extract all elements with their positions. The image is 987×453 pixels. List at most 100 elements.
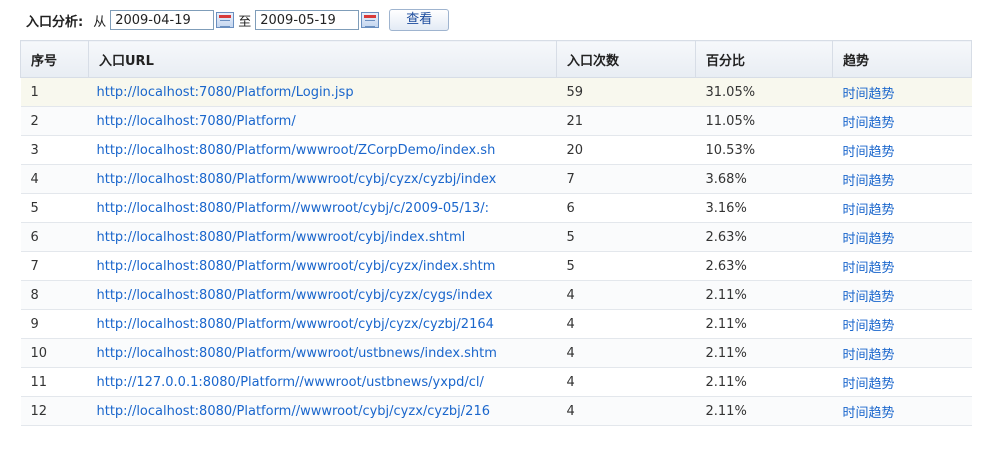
row-number: 12 xyxy=(20,396,89,426)
entry-url-link[interactable]: http://localhost:8080/Platform/wwwroot/c… xyxy=(97,230,466,245)
entry-percent: 3.16% xyxy=(695,193,833,223)
entry-count: 21 xyxy=(556,106,696,136)
time-trend-link[interactable]: 时间趋势 xyxy=(843,377,895,392)
col-header-count[interactable]: 入口次数 xyxy=(556,40,696,78)
time-trend-link[interactable]: 时间趋势 xyxy=(843,174,895,189)
table-row: 7 http://localhost:8080/Platform/wwwroot/… xyxy=(20,251,972,281)
url-cell: http://localhost:8080/Platform/wwwroot/u… xyxy=(88,338,557,368)
time-trend-link[interactable]: 时间趋势 xyxy=(843,87,895,102)
time-trend-link[interactable]: 时间趋势 xyxy=(843,261,895,276)
view-button[interactable]: 查看 xyxy=(389,9,450,31)
entry-url-link[interactable]: http://localhost:8080/Platform/wwwroot/u… xyxy=(97,346,497,361)
table-row: 10 http://localhost:8080/Platform/wwwroot… xyxy=(20,338,972,368)
entry-percent: 2.63% xyxy=(695,251,833,281)
row-number: 10 xyxy=(20,338,89,368)
time-trend-link[interactable]: 时间趋势 xyxy=(843,290,895,305)
url-cell: http://127.0.0.1:8080/Platform//wwwroot/… xyxy=(88,367,557,397)
trend-cell: 时间趋势 xyxy=(832,309,972,339)
url-cell: http://localhost:8080/Platform/wwwroot/Z… xyxy=(88,135,557,165)
trend-cell: 时间趋势 xyxy=(832,251,972,281)
table-row: 3 http://localhost:8080/Platform/wwwroot/… xyxy=(20,135,972,165)
entry-url-link[interactable]: http://localhost:8080/Platform/wwwroot/c… xyxy=(97,317,494,332)
from-date-picker xyxy=(110,10,235,30)
entry-percent: 2.11% xyxy=(695,309,833,339)
entry-count: 4 xyxy=(556,309,696,339)
entry-percent: 2.63% xyxy=(695,222,833,252)
time-trend-link[interactable]: 时间趋势 xyxy=(843,116,895,131)
time-trend-link[interactable]: 时间趋势 xyxy=(843,232,895,247)
entry-url-link[interactable]: http://localhost:8080/Platform/wwwroot/c… xyxy=(97,259,496,274)
entry-count: 4 xyxy=(556,367,696,397)
calendar-icon[interactable] xyxy=(216,12,235,28)
entry-url-link[interactable]: http://127.0.0.1:8080/Platform//wwwroot/… xyxy=(97,375,484,390)
filter-title: 入口分析: xyxy=(26,14,84,30)
to-date-input[interactable] xyxy=(255,10,360,30)
row-number: 11 xyxy=(20,367,89,397)
trend-cell: 时间趋势 xyxy=(832,164,972,194)
col-header-no[interactable]: 序号 xyxy=(20,40,89,78)
table-row: 4 http://localhost:8080/Platform/wwwroot/… xyxy=(20,164,972,194)
url-cell: http://localhost:8080/Platform/wwwroot/c… xyxy=(88,280,557,310)
entry-url-link[interactable]: http://localhost:8080/Platform/wwwroot/Z… xyxy=(97,143,496,158)
url-cell: http://localhost:8080/Platform/wwwroot/c… xyxy=(88,222,557,252)
trend-cell: 时间趋势 xyxy=(832,106,972,136)
trend-cell: 时间趋势 xyxy=(832,222,972,252)
entry-url-link[interactable]: http://localhost:8080/Platform/wwwroot/c… xyxy=(97,288,493,303)
entry-url-link[interactable]: http://localhost:8080/Platform/wwwroot/c… xyxy=(97,172,497,187)
entry-percent: 2.11% xyxy=(695,280,833,310)
entry-percent: 2.11% xyxy=(695,338,833,368)
entry-url-link[interactable]: http://localhost:8080/Platform//wwwroot/… xyxy=(97,201,490,216)
url-cell: http://localhost:8080/Platform//wwwroot/… xyxy=(88,193,557,223)
url-cell: http://localhost:8080/Platform//wwwroot/… xyxy=(88,396,557,426)
trend-cell: 时间趋势 xyxy=(832,193,972,223)
url-cell: http://localhost:7080/Platform/ xyxy=(88,106,557,136)
url-cell: http://localhost:8080/Platform/wwwroot/c… xyxy=(88,164,557,194)
col-header-url[interactable]: 入口URL xyxy=(88,40,557,78)
entry-percent: 11.05% xyxy=(695,106,833,136)
table-row: 1 http://localhost:7080/Platform/Login.js… xyxy=(20,77,972,107)
entry-count: 5 xyxy=(556,222,696,252)
entry-percent: 3.68% xyxy=(695,164,833,194)
url-cell: http://localhost:8080/Platform/wwwroot/c… xyxy=(88,309,557,339)
from-label: 从 xyxy=(93,14,107,30)
entry-percent: 2.11% xyxy=(695,367,833,397)
row-number: 7 xyxy=(20,251,89,281)
calendar-icon[interactable] xyxy=(361,12,380,28)
time-trend-link[interactable]: 时间趋势 xyxy=(843,203,895,218)
entry-percent: 10.53% xyxy=(695,135,833,165)
row-number: 4 xyxy=(20,164,89,194)
trend-cell: 时间趋势 xyxy=(832,367,972,397)
entry-count: 6 xyxy=(556,193,696,223)
entry-count: 20 xyxy=(556,135,696,165)
url-cell: http://localhost:8080/Platform/wwwroot/c… xyxy=(88,251,557,281)
time-trend-link[interactable]: 时间趋势 xyxy=(843,406,895,421)
from-date-input[interactable] xyxy=(110,10,215,30)
time-trend-link[interactable]: 时间趋势 xyxy=(843,319,895,334)
row-number: 8 xyxy=(20,280,89,310)
table-row: 6 http://localhost:8080/Platform/wwwroot/… xyxy=(20,222,972,252)
col-header-trend: 趋势 xyxy=(832,40,972,78)
row-number: 5 xyxy=(20,193,89,223)
entry-percent: 2.11% xyxy=(695,396,833,426)
table-row: 9 http://localhost:8080/Platform/wwwroot/… xyxy=(20,309,972,339)
trend-cell: 时间趋势 xyxy=(832,135,972,165)
row-number: 1 xyxy=(20,77,89,107)
table-header-row: 序号 入口URL 入口次数 百分比 趋势 xyxy=(20,40,972,78)
entry-count: 7 xyxy=(556,164,696,194)
entry-percent: 31.05% xyxy=(695,77,833,107)
row-number: 9 xyxy=(20,309,89,339)
entry-count: 4 xyxy=(556,396,696,426)
table-row: 11 http://127.0.0.1:8080/Platform//wwwroo… xyxy=(20,367,972,397)
trend-cell: 时间趋势 xyxy=(832,396,972,426)
entry-count: 5 xyxy=(556,251,696,281)
entry-url-link[interactable]: http://localhost:7080/Platform/ xyxy=(97,114,296,129)
time-trend-link[interactable]: 时间趋势 xyxy=(843,348,895,363)
time-trend-link[interactable]: 时间趋势 xyxy=(843,145,895,160)
table-row: 2 http://localhost:7080/Platform/21 11.05%… xyxy=(20,106,972,136)
row-number: 3 xyxy=(20,135,89,165)
entry-url-link[interactable]: http://localhost:8080/Platform//wwwroot/… xyxy=(97,404,491,419)
col-header-percent[interactable]: 百分比 xyxy=(695,40,833,78)
entry-url-link[interactable]: http://localhost:7080/Platform/Login.jsp xyxy=(97,85,354,100)
table-row: 5 http://localhost:8080/Platform//wwwroot… xyxy=(20,193,972,223)
row-number: 2 xyxy=(20,106,89,136)
